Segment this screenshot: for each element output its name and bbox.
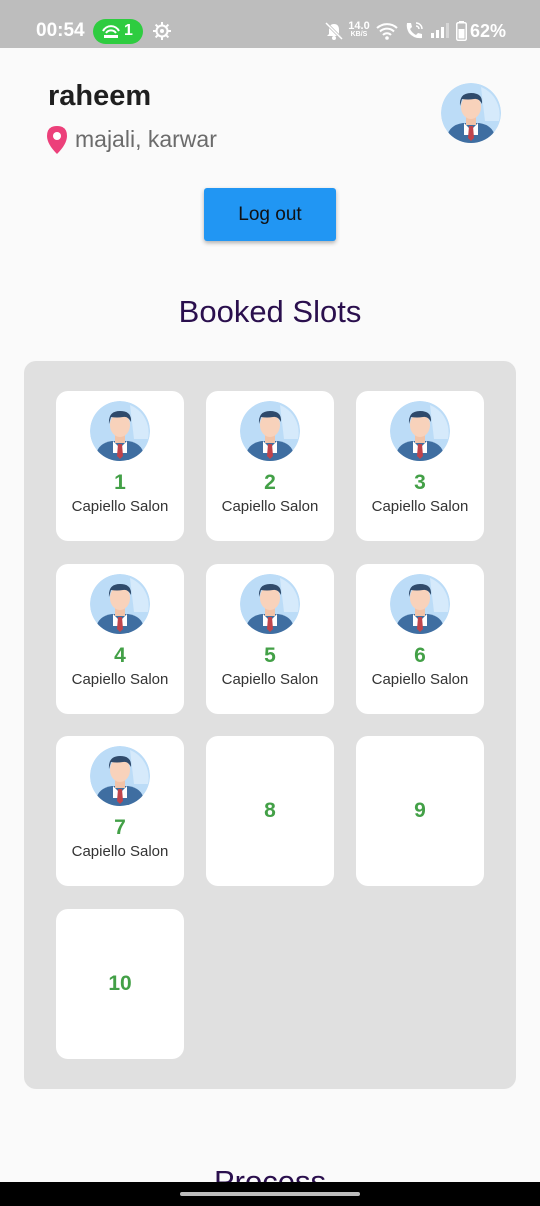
slot-number: 1 bbox=[114, 471, 126, 494]
logout-button[interactable]: Log out bbox=[204, 188, 336, 241]
slot-salon-name: Capiello Salon bbox=[71, 843, 169, 860]
businessman-avatar-icon bbox=[240, 401, 300, 461]
slot-avatar bbox=[390, 401, 450, 461]
navigation-bar bbox=[0, 1182, 540, 1206]
slot-number: 10 bbox=[108, 972, 132, 995]
slot-salon-name: Capiello Salon bbox=[71, 671, 169, 688]
cell-signal-icon bbox=[431, 23, 449, 38]
hotspot-icon bbox=[102, 25, 120, 38]
businessman-avatar-icon bbox=[390, 401, 450, 461]
profile-avatar[interactable] bbox=[441, 83, 501, 143]
slot-number: 4 bbox=[114, 644, 126, 667]
net-speed-unit: KB/S bbox=[350, 31, 368, 38]
battery-percentage: 62% bbox=[470, 21, 507, 41]
booked-slots-title: Booked Slots bbox=[178, 294, 362, 329]
slot-card[interactable]: 7 Capiello Salon bbox=[56, 736, 184, 886]
user-location: majali, karwar bbox=[75, 126, 217, 152]
slot-card[interactable]: 2 Capiello Salon bbox=[206, 391, 334, 541]
slot-salon-name: Capiello Salon bbox=[371, 498, 469, 515]
slot-card[interactable]: 9 bbox=[356, 736, 484, 886]
slot-avatar bbox=[240, 401, 300, 461]
status-time: 00:54 bbox=[36, 20, 85, 41]
slot-card[interactable]: 5 Capiello Salon bbox=[206, 564, 334, 714]
slot-number: 7 bbox=[114, 816, 126, 839]
hotspot-indicator: 1 bbox=[93, 19, 143, 44]
slot-avatar bbox=[90, 401, 150, 461]
businessman-avatar-icon bbox=[90, 401, 150, 461]
slot-avatar bbox=[240, 574, 300, 634]
hotspot-count: 1 bbox=[124, 22, 133, 39]
slot-card[interactable]: 1 Capiello Salon bbox=[56, 391, 184, 541]
slot-salon-name: Capiello Salon bbox=[221, 498, 319, 515]
slot-card[interactable]: 4 Capiello Salon bbox=[56, 564, 184, 714]
location-pin-icon bbox=[47, 126, 67, 154]
slot-card[interactable]: 10 bbox=[56, 909, 184, 1059]
settings-gear-icon bbox=[153, 22, 171, 40]
slot-card[interactable]: 6 Capiello Salon bbox=[356, 564, 484, 714]
notifications-off-icon bbox=[324, 21, 344, 41]
network-speed: 14.0 KB/S bbox=[347, 21, 371, 39]
slot-avatar bbox=[90, 746, 150, 806]
slot-salon-name: Capiello Salon bbox=[221, 671, 319, 688]
businessman-avatar-icon bbox=[90, 574, 150, 634]
slot-number: 3 bbox=[414, 471, 426, 494]
slot-card[interactable]: 3 Capiello Salon bbox=[356, 391, 484, 541]
slot-avatar bbox=[90, 574, 150, 634]
businessman-avatar-icon bbox=[441, 83, 501, 143]
user-name: raheem bbox=[48, 80, 152, 112]
slot-number: 8 bbox=[264, 799, 276, 822]
businessman-avatar-icon bbox=[90, 746, 150, 806]
wifi-icon bbox=[376, 23, 398, 40]
wifi-calling-icon bbox=[406, 22, 423, 39]
businessman-avatar-icon bbox=[240, 574, 300, 634]
businessman-avatar-icon bbox=[390, 574, 450, 634]
slot-card[interactable]: 8 bbox=[206, 736, 334, 886]
slot-salon-name: Capiello Salon bbox=[71, 498, 169, 515]
slot-salon-name: Capiello Salon bbox=[371, 671, 469, 688]
slot-number: 6 bbox=[414, 644, 426, 667]
home-indicator[interactable] bbox=[180, 1192, 360, 1196]
slots-grid: 1 Capiello Salon 2 Capiello Salon 3 Capi… bbox=[24, 361, 516, 1089]
slot-avatar bbox=[390, 574, 450, 634]
slot-number: 2 bbox=[264, 471, 276, 494]
status-bar: 00:54 1 14.0 KB/S 62% bbox=[0, 0, 540, 48]
slot-number: 9 bbox=[414, 799, 426, 822]
battery-icon bbox=[456, 21, 467, 41]
slot-number: 5 bbox=[264, 644, 276, 667]
